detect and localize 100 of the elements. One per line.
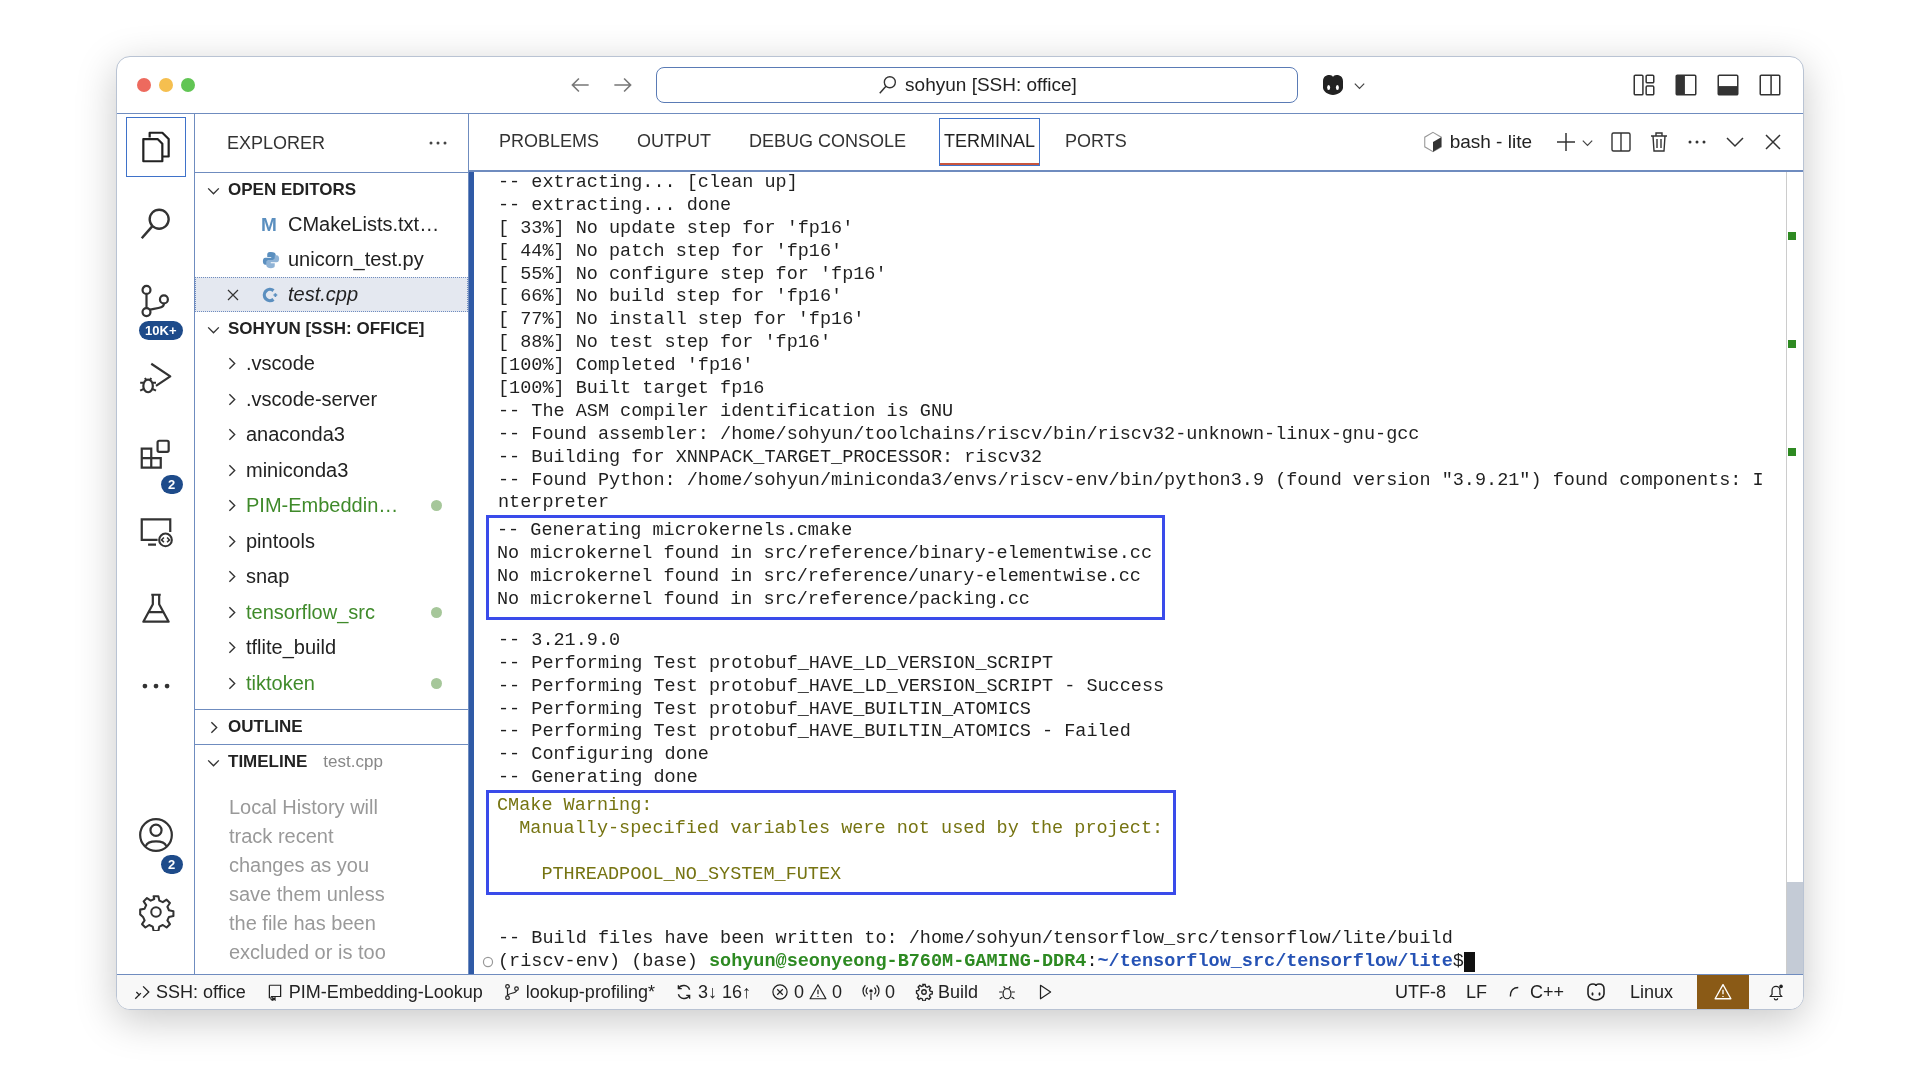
remote-icon [133,983,151,1001]
error-icon [770,983,789,1001]
terminal-line: [ 55%] No configure step for 'fp16' [498,263,888,287]
section-title[interactable]: SOHYUN [SSH: OFFICE] [228,319,425,339]
status-text: 0 [885,981,895,1003]
close-window-button[interactable] [137,78,151,92]
status-text: C++ [1529,981,1564,1003]
panel-tab[interactable]: DEBUG CONSOLE [749,119,907,165]
activity-bar-button[interactable] [136,816,175,854]
warning-status-button[interactable] [1697,975,1749,1009]
terminal-line: -- 3.21.9.0 [498,629,622,653]
python-file-icon [261,249,281,270]
folder-item[interactable]: .vscode [246,352,315,376]
scrollbar-thumb[interactable] [1787,882,1803,974]
terminal-line: -- Generating microkernels.cmake [497,520,854,544]
terminal-name[interactable]: bash - lite [1449,131,1532,153]
panel-tab[interactable]: OUTPUT [637,119,712,165]
status-item[interactable]: Linux [1629,981,1673,1003]
section-title[interactable]: TIMELINE [228,752,308,772]
count-badge: 2 [160,475,183,494]
folder-item[interactable]: anaconda3 [246,423,345,447]
secondary-sidebar-icon[interactable] [1757,72,1783,98]
terminal-line: nterpreter [498,492,611,516]
terminal-line: -- Performing Test protobuf_HAVE_BUILTIN_ATOMICS - Failed [498,721,1132,745]
status-item[interactable]: lookup-profiling* [502,981,655,1003]
terminal-line: CMake Warning: [497,795,654,819]
status-item[interactable]: 3↓ 16↑ [674,981,751,1003]
terminal-line: -- Configuring done [498,744,710,768]
count-badge: 2 [160,855,183,874]
panel-tab[interactable]: PROBLEMS [499,119,600,165]
terminal-line: -- extracting... [clean up] [498,172,799,195]
status-item[interactable] [998,983,1017,1001]
open-editor-item[interactable]: M CMakeLists.txt… [195,207,468,242]
status-item[interactable]: 0 0 [770,981,842,1003]
branch-icon [502,983,521,1001]
terminal-line: [ 33%] No update step for 'fp16' [498,217,855,241]
bug-icon [998,983,1017,1001]
section-title[interactable]: OPEN EDITORS [228,180,357,200]
panel-toggle-icon[interactable] [1715,72,1741,98]
status-item[interactable]: LF [1465,981,1487,1003]
status-text: Build [938,981,979,1003]
terminal-line: Manually-specified variables were not used by the project: [518,818,1164,841]
open-editor-item[interactable]: test.cpp [195,277,468,312]
terminal-line: -- Performing Test protobuf_HAVE_LD_VERSION_SCRIPT - Success [498,675,1166,699]
layout-icon[interactable] [1631,72,1657,98]
folder-item[interactable]: tflite_build [246,636,337,660]
status-text: lookup-profiling* [525,981,655,1003]
folder-item[interactable]: tiktoken [246,671,315,695]
status-item[interactable]: SSH: office [133,981,246,1003]
terminal-line: -- The ASM compiler identification is GNU [498,400,955,424]
plus-icon[interactable] [1554,130,1578,154]
terminal-line: -- Performing Test protobuf_HAVE_LD_VERSION_SCRIPT [498,652,1055,676]
terminal-cursor [1463,951,1475,972]
folder-item[interactable]: miniconda3 [246,458,349,482]
timeline-file-name: test.cpp [323,752,383,772]
warning-icon [808,983,827,1001]
terminal-line: [ 77%] No install step for 'fp16' [498,309,866,333]
terminal-line: -- extracting... done [498,194,733,218]
modified-dot [431,500,442,512]
account-icon [136,816,175,854]
terminal-line: -- Build files have been written to: /home/sohyun/tensorflow_src/tensorflow/lite/build [498,927,1454,951]
prompt-status-icon [482,955,494,968]
scrollbar[interactable] [1786,172,1803,974]
terminal-line: [ 88%] No test step for 'fp16' [498,332,833,356]
terminal-line: -- Found assembler: /home/sohyun/toolchains/riscv/bin/riscv32-unknown-linux-gnu-gcc [498,423,1421,447]
bell-icon[interactable] [1767,983,1785,1001]
prompt-line: (riscv-env) (base) sohyun@seonyeong-B760M-GAMING-DDR4:~/tensorflow_src/tensorflow/lite$ [498,950,1464,974]
split-icon[interactable] [1609,130,1633,154]
scroll-marker [1788,340,1796,348]
broadcast-icon [862,983,880,1001]
status-item[interactable]: UTF-8 [1394,981,1446,1003]
folder-item[interactable]: tensorflow_src [246,600,375,624]
language-status-item[interactable]: C++ [1506,981,1564,1003]
terminal-line: [ 66%] No build step for 'fp16' [498,286,844,310]
terminal-line: No microkernel found in src/reference/packing.cc [497,589,1031,612]
panel-tab[interactable]: TERMINAL [940,119,1040,165]
warning-icon [1714,983,1732,1001]
terminal-line: No microkernel found in src/reference/binary-elementwise.cc [497,543,1152,567]
terminal-line: -- Found Python: /home/sohyun/miniconda3/envs/riscv-env/bin/python3.9 (found version "3.9.21") found components: I [498,469,1765,493]
panel-tab[interactable]: PORTS [1065,119,1127,165]
command-center-field[interactable]: sohyun [SSH: office] [656,67,1298,103]
error-count: 0 [793,981,804,1003]
sidebar-toggle-icon[interactable] [1673,72,1699,98]
terminal-line: [100%] Completed 'fp16' [498,355,755,378]
folder-item[interactable]: snap [246,565,290,589]
count-badge: 10K+ [139,321,183,340]
activity-bar-button[interactable] [136,893,175,931]
status-item[interactable]: Build [915,981,979,1003]
open-editor-item[interactable]: unicorn_test.py [195,242,468,277]
terminal-line: -- Building for XNNPACK_TARGET_PROCESSOR: riscv32 [498,446,1043,470]
status-item[interactable]: 0 [862,981,895,1003]
folder-item[interactable]: .vscode-server [246,387,378,411]
folder-item[interactable]: PIM-Embeddin… [246,494,399,518]
section-title[interactable]: OUTLINE [228,717,303,737]
modified-dot [431,677,442,689]
modified-dot [431,606,442,618]
status-text: SSH: office [156,981,246,1003]
folder-item[interactable]: pintools [246,529,315,553]
terminal-line: [100%] Built target fp16 [498,378,766,401]
sidebar-title: EXPLORER [227,132,326,154]
